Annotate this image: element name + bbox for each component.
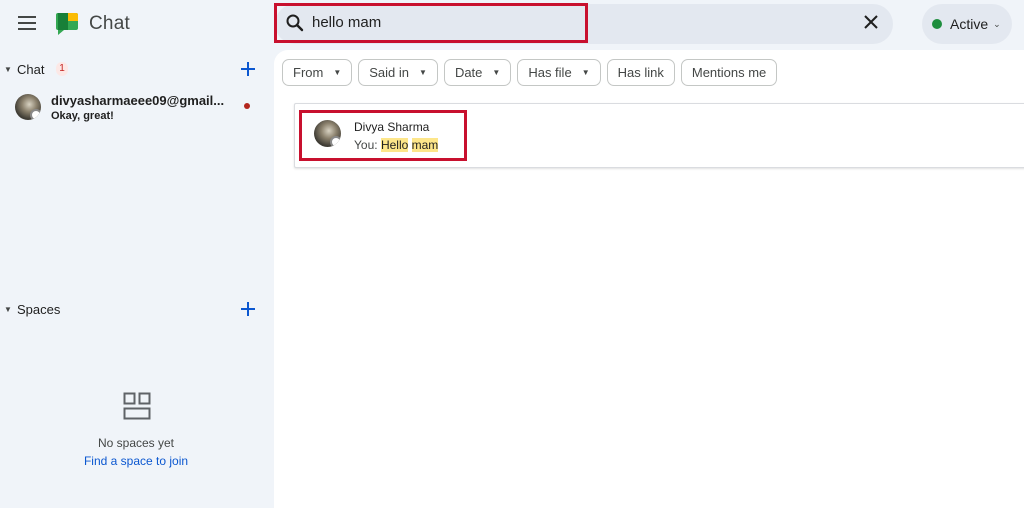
filter-date[interactable]: Date ▼ [443,59,512,86]
filter-said-in[interactable]: Said in ▼ [358,59,438,86]
spaces-section-label: Spaces [17,301,61,317]
dm-name: divyasharmaeee09@gmail... [51,93,225,108]
plus-icon [241,302,255,316]
filter-bar: From ▼ Said in ▼ Date ▼ Has file ▼ Has link … [282,59,778,86]
status-button[interactable]: Active ⌄ [922,4,1012,44]
filter-label: Has link [617,65,664,80]
dropdown-arrow-icon: ▼ [419,68,427,77]
filter-label: Has file [528,65,572,80]
filter-mentions-me[interactable]: Mentions me [680,59,778,86]
unread-badge: 1 [56,62,68,76]
hamburger-icon [18,16,36,30]
filter-has-file[interactable]: Has file ▼ [517,59,601,86]
result-highlight-box [299,110,467,161]
filter-has-link[interactable]: Has link [606,59,675,86]
chevron-down-icon: ⌄ [993,18,1001,29]
spaces-grid-icon [123,392,151,420]
chat-section-label: Chat [17,61,45,77]
sidebar: ▼ Chat 1 divyasharmaeee09@gmail... Okay,… [0,50,272,508]
filter-label: Date [454,65,483,80]
filter-label: From [293,65,324,80]
clear-search-button[interactable] [860,11,882,33]
dropdown-arrow-icon: ▼ [333,68,342,77]
search-highlight-box [274,3,588,43]
chat-section-header[interactable]: ▼ Chat 1 [0,55,272,83]
plus-icon [241,62,255,76]
new-space-button[interactable] [237,298,259,320]
dropdown-arrow-icon: ▼ [581,68,590,77]
caret-down-icon: ▼ [4,304,12,314]
close-icon [864,15,878,29]
unread-dot [244,103,250,109]
dm-preview: Okay, great! [51,110,114,122]
find-space-link[interactable]: Find a space to join [0,454,272,468]
top-bar: Chat Active ⌄ [0,0,1024,50]
avatar [15,94,41,120]
filter-label: Mentions me [691,65,767,80]
caret-down-icon: ▼ [4,64,12,74]
dropdown-arrow-icon: ▼ [492,68,501,77]
main-menu-button[interactable] [12,8,42,38]
status-dot [932,19,942,29]
new-chat-button[interactable] [237,58,259,80]
spaces-section-header[interactable]: ▼ Spaces [0,295,272,323]
dm-list-item[interactable]: divyasharmaeee09@gmail... Okay, great! [0,88,272,128]
filter-label: Said in [369,65,410,80]
search-results-panel: From ▼ Said in ▼ Date ▼ Has file ▼ Has link … [274,50,1024,508]
no-spaces-text: No spaces yet [97,436,175,450]
filter-from[interactable]: From ▼ [282,59,353,86]
app-title: Chat [89,13,130,34]
status-label: Active [950,16,989,32]
chat-logo-icon[interactable] [52,10,80,38]
